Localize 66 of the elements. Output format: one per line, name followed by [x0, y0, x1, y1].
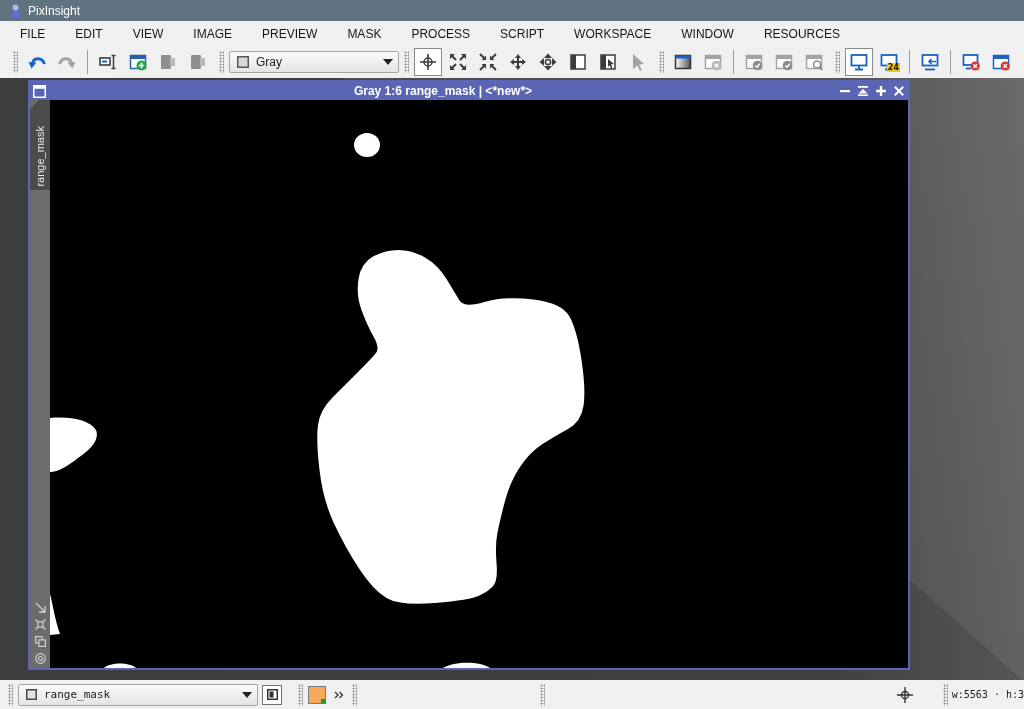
window-title: Gray 1:6 range_mask | <*new*>	[353, 84, 533, 98]
grip-handle[interactable]	[13, 51, 18, 73]
window-close-icon[interactable]	[992, 53, 1010, 71]
document-icon[interactable]	[266, 689, 278, 700]
mask-region	[50, 594, 60, 635]
half-square-icon[interactable]	[569, 53, 587, 71]
monitor-arrow-icon[interactable]	[921, 53, 939, 71]
crosshair-icon[interactable]	[419, 53, 437, 71]
menu-item[interactable]: VIEW	[117, 23, 179, 44]
menu-item[interactable]: EDIT	[60, 23, 118, 44]
text-field-icon[interactable]	[99, 53, 117, 71]
display-button[interactable]	[845, 48, 873, 76]
menu-item[interactable]: SCRIPT	[485, 23, 560, 44]
crop-corners-icon[interactable]	[34, 619, 46, 630]
grip-handle[interactable]	[540, 683, 545, 706]
grip-handle[interactable]	[298, 683, 303, 706]
double-chevron-icon[interactable]	[334, 690, 344, 699]
mask-region	[443, 662, 490, 668]
shade-icon[interactable]	[858, 86, 868, 96]
menu-item[interactable]: MASK	[332, 23, 397, 44]
square-icon[interactable]	[237, 56, 249, 68]
grip-handle[interactable]	[352, 683, 357, 706]
caret-icon[interactable]	[383, 59, 393, 65]
view-tab[interactable]: range_mask	[30, 100, 50, 190]
new-window-icon[interactable]	[129, 53, 147, 71]
window-icon[interactable]	[674, 53, 692, 71]
app-logo-icon	[9, 4, 22, 17]
menu-item[interactable]: PREVIEW	[247, 23, 333, 44]
menu-item[interactable]: WINDOW	[666, 23, 749, 44]
menu-item[interactable]: FILE	[5, 23, 61, 44]
mask-region	[354, 133, 380, 157]
shrink-icon[interactable]	[479, 53, 497, 71]
menu-item[interactable]: WORKSPACE	[559, 23, 667, 44]
menu-item[interactable]: IMAGE	[178, 23, 248, 44]
mode-button[interactable]	[414, 48, 442, 76]
square-cursor-icon[interactable]	[599, 53, 617, 71]
window-menu-icon[interactable]	[33, 84, 46, 98]
menu-item[interactable]: PROCESS	[396, 23, 486, 44]
copy-icon[interactable]	[34, 636, 46, 647]
mask-region	[104, 663, 136, 668]
image-size-readout: w:5563 · h:3	[951, 689, 1024, 700]
expand-icon[interactable]	[449, 53, 467, 71]
color-swatch-icon[interactable]	[308, 685, 326, 704]
move-icon[interactable]	[509, 53, 527, 71]
square-icon[interactable]	[26, 689, 37, 700]
menu-item[interactable]: RESOURCES	[748, 23, 855, 44]
target-icon[interactable]	[34, 653, 46, 664]
grip-handle[interactable]	[942, 683, 948, 706]
monitor-badge: 24	[886, 63, 900, 72]
grip-handle[interactable]	[835, 51, 840, 73]
view-selector[interactable]: range_mask	[18, 683, 258, 706]
crosshair-icon	[896, 686, 913, 703]
app-title: PixInsight	[28, 3, 81, 18]
monitor-close-icon[interactable]	[962, 53, 980, 71]
clone-view-button[interactable]	[262, 684, 282, 705]
arrow-down-right-icon[interactable]	[34, 602, 46, 613]
four-arrows-icon[interactable]	[539, 53, 557, 71]
maximize-icon[interactable]	[876, 86, 886, 96]
grip-handle[interactable]	[404, 51, 409, 73]
grip-handle[interactable]	[659, 51, 664, 73]
mask-region	[50, 417, 97, 472]
grip-handle[interactable]	[8, 683, 13, 706]
close-icon[interactable]	[894, 86, 904, 96]
view-selector[interactable]: Gray	[229, 51, 399, 73]
caret-icon[interactable]	[242, 691, 252, 698]
grip-handle[interactable]	[219, 51, 224, 73]
